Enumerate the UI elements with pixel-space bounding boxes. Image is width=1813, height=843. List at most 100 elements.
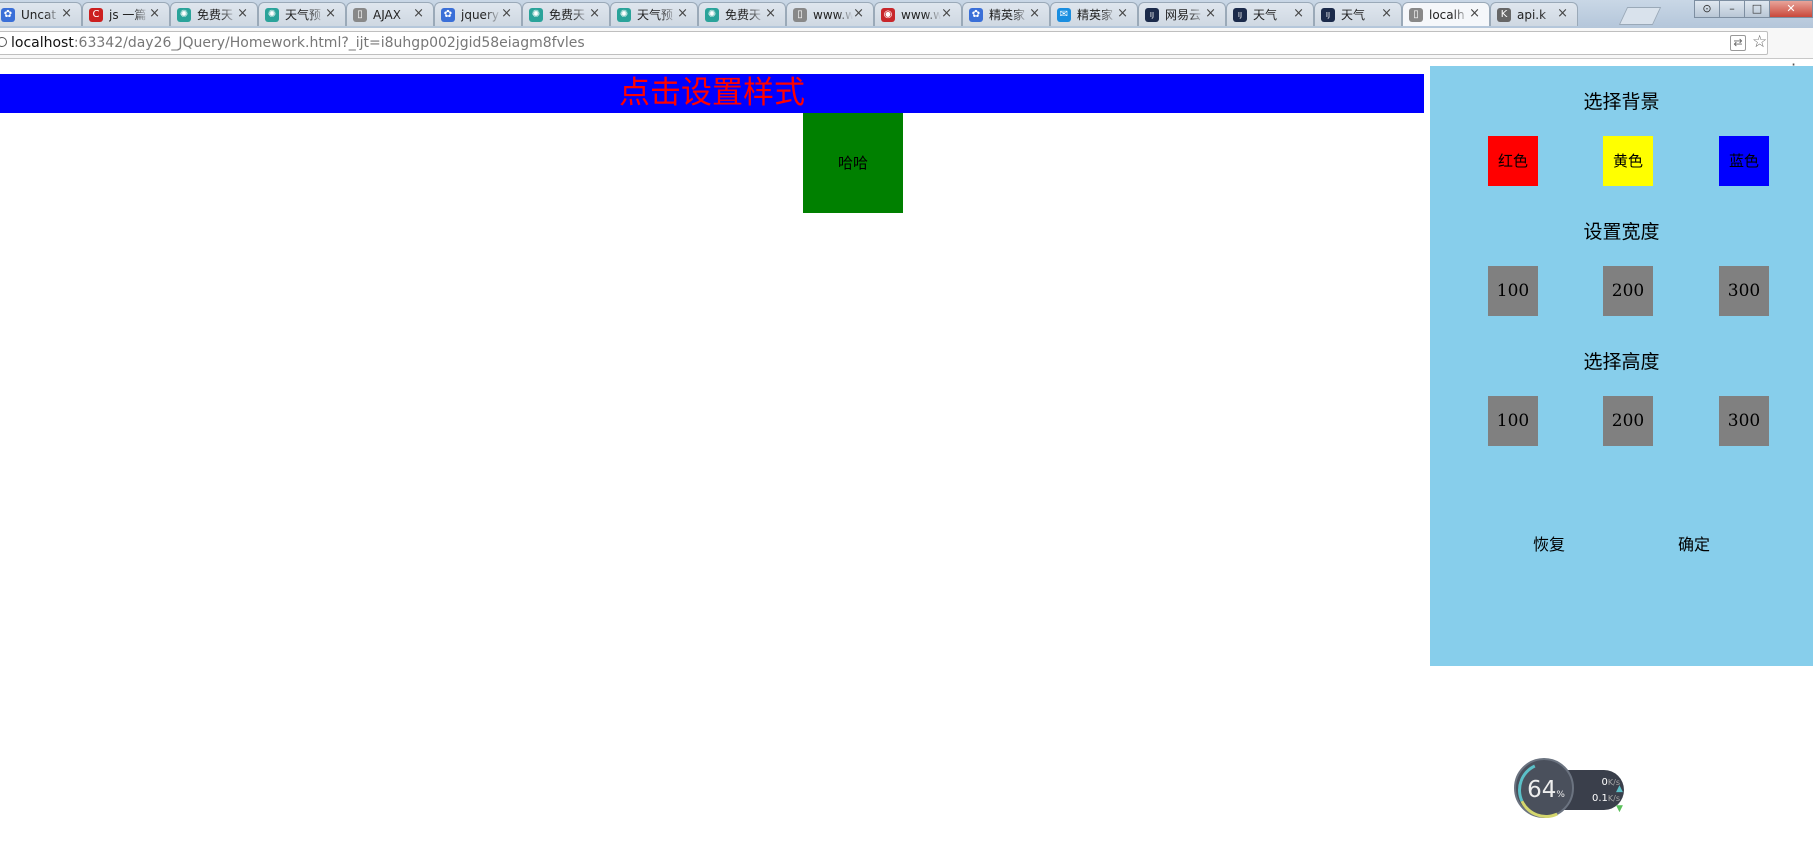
tab-close-icon[interactable]: × [1557, 7, 1568, 21]
bg-option-yellow[interactable]: 黄色 [1603, 136, 1653, 186]
percent-value: 64 [1527, 777, 1557, 803]
bookmark-star-icon[interactable]: ☆ [1752, 32, 1767, 52]
tab-close-icon[interactable]: × [941, 7, 952, 21]
tab-close-icon[interactable]: × [1205, 7, 1216, 21]
translate-icon[interactable]: ⇄ [1730, 35, 1746, 51]
tab-title: 天气预 [637, 8, 674, 22]
minimize-button[interactable]: – [1719, 0, 1745, 18]
height-option-300[interactable]: 300 [1719, 396, 1769, 446]
tab-title: www.w [813, 8, 853, 22]
tab-title: 免费天 [549, 8, 586, 22]
page-viewport: 点击设置样式 哈哈 选择背景 红色 黄色 蓝色 设置宽度 100 200 300… [0, 59, 1813, 843]
page-icon: ▯ [353, 8, 367, 22]
tab-title: localh [1429, 8, 1465, 22]
browser-tab[interactable]: ✺ 免费天 × [698, 2, 786, 26]
tab-title: 网易云 [1165, 8, 1202, 22]
browser-tab[interactable]: ▯ localh × [1402, 2, 1490, 26]
bg-option-red[interactable]: 红色 [1488, 136, 1538, 186]
browser-tab[interactable]: ✿ jquery × [434, 2, 522, 26]
tab-close-icon[interactable]: × [501, 7, 512, 21]
network-speed-widget[interactable]: ▲ ▼ 0K/s 0.1K/s 64% [1510, 754, 1634, 826]
page-info-icon[interactable] [0, 37, 7, 47]
page-icon: ▯ [793, 8, 807, 22]
gear-icon: ✺ [177, 8, 191, 22]
user-icon[interactable]: ⊙ [1694, 0, 1720, 18]
tab-title: api.k [1517, 8, 1547, 22]
tab-close-icon[interactable]: × [413, 7, 424, 21]
url-input[interactable]: localhost:63342/day26_JQuery/Homework.ht… [0, 31, 1768, 55]
download-value: 0.1 [1591, 793, 1608, 804]
paw-icon: ✿ [441, 8, 455, 22]
reset-button[interactable]: 恢复 [1519, 535, 1579, 555]
memory-usage-gauge: 64% [1510, 754, 1582, 826]
tab-close-icon[interactable]: × [677, 7, 688, 21]
browser-tab[interactable]: ▯ AJAX × [346, 2, 434, 26]
chat-icon: ✉ [1057, 8, 1071, 22]
tab-close-icon[interactable]: × [1117, 7, 1128, 21]
width-option-300[interactable]: 300 [1719, 266, 1769, 316]
style-panel: 选择背景 红色 黄色 蓝色 设置宽度 100 200 300 选择高度 100 … [1430, 66, 1813, 666]
tab-title: 天气 [1253, 8, 1278, 22]
tab-title: jquery [461, 8, 499, 22]
tab-close-icon[interactable]: × [1293, 7, 1304, 21]
tab-close-icon[interactable]: × [1029, 7, 1040, 21]
url-path: :63342/day26_JQuery/Homework.html?_ijt=i… [73, 35, 585, 51]
page-icon: ▯ [1409, 8, 1423, 22]
window-controls: ⊙ – □ ✕ [1694, 0, 1813, 18]
browser-tab[interactable]: Kapi.k × [1490, 2, 1578, 26]
browser-tab[interactable]: ✿ Uncat × [0, 2, 82, 26]
browser-tab[interactable]: ✺ 天气预 × [610, 2, 698, 26]
percent-unit: % [1556, 790, 1565, 800]
upload-unit: K/s [1607, 778, 1620, 787]
new-tab-button[interactable] [1618, 7, 1662, 25]
browser-tab[interactable]: IJ 天气 × [1314, 2, 1402, 26]
tab-close-icon[interactable]: × [1469, 7, 1480, 21]
tab-close-icon[interactable]: × [325, 7, 336, 21]
browser-tab[interactable]: IJ 网易云 × [1138, 2, 1226, 26]
ij-icon: IJ [1233, 8, 1247, 22]
bg-option-blue[interactable]: 蓝色 [1719, 136, 1769, 186]
tab-close-icon[interactable]: × [1381, 7, 1392, 21]
browser-tab[interactable]: ✺ 免费天 × [170, 2, 258, 26]
tab-strip: ✿ Uncat × Cjs 一篇 × ✺ 免费天 × ✺ 天气预 × ▯ AJAX × ✿ jquery × ✺ 免… [0, 0, 1813, 28]
paw-icon: ✿ [969, 8, 983, 22]
confirm-button[interactable]: 确定 [1664, 535, 1724, 555]
tab-title: 精英家 [1077, 8, 1114, 22]
maximize-button[interactable]: □ [1744, 0, 1770, 18]
height-heading: 选择高度 [1583, 351, 1660, 373]
tab-title: 免费天 [725, 8, 762, 22]
tab-title: AJAX [373, 8, 401, 22]
browser-tab[interactable]: IJ 天气 × [1226, 2, 1314, 26]
browser-tab[interactable]: ✺ 天气预 × [258, 2, 346, 26]
download-speed: 0.1K/s [1580, 793, 1620, 805]
close-window-button[interactable]: ✕ [1769, 0, 1813, 18]
url-text[interactable]: localhost:63342/day26_JQuery/Homework.ht… [11, 35, 585, 51]
tab-close-icon[interactable]: × [853, 7, 864, 21]
browser-tab[interactable]: ◉ www.w × [874, 2, 962, 26]
tab-title: 精英家 [989, 8, 1026, 22]
tab-title: 天气预 [285, 8, 322, 22]
browser-tab[interactable]: ▯ www.w × [786, 2, 874, 26]
browser-tab[interactable]: Cjs 一篇 × [82, 2, 170, 26]
tab-title: 天气 [1341, 8, 1366, 22]
width-option-100[interactable]: 100 [1488, 266, 1538, 316]
url-host: localhost [11, 35, 74, 51]
c-logo-icon: C [89, 8, 103, 22]
tab-title: www.w [901, 8, 941, 22]
browser-tab[interactable]: ✉ 精英家 × [1050, 2, 1138, 26]
width-heading: 设置宽度 [1583, 221, 1660, 243]
browser-tab[interactable]: ✺ 免费天 × [522, 2, 610, 26]
browser-tab[interactable]: ✿ 精英家 × [962, 2, 1050, 26]
tab-close-icon[interactable]: × [61, 7, 72, 21]
paw-icon: ✿ [1, 8, 15, 22]
tab-close-icon[interactable]: × [589, 7, 600, 21]
set-style-banner[interactable]: 点击设置样式 [0, 74, 1424, 113]
height-option-200[interactable]: 200 [1603, 396, 1653, 446]
tab-title: js 一篇 [109, 8, 147, 22]
tab-close-icon[interactable]: × [149, 7, 160, 21]
tab-close-icon[interactable]: × [765, 7, 776, 21]
width-option-200[interactable]: 200 [1603, 266, 1653, 316]
tab-close-icon[interactable]: × [237, 7, 248, 21]
height-option-100[interactable]: 100 [1488, 396, 1538, 446]
background-heading: 选择背景 [1583, 91, 1660, 113]
